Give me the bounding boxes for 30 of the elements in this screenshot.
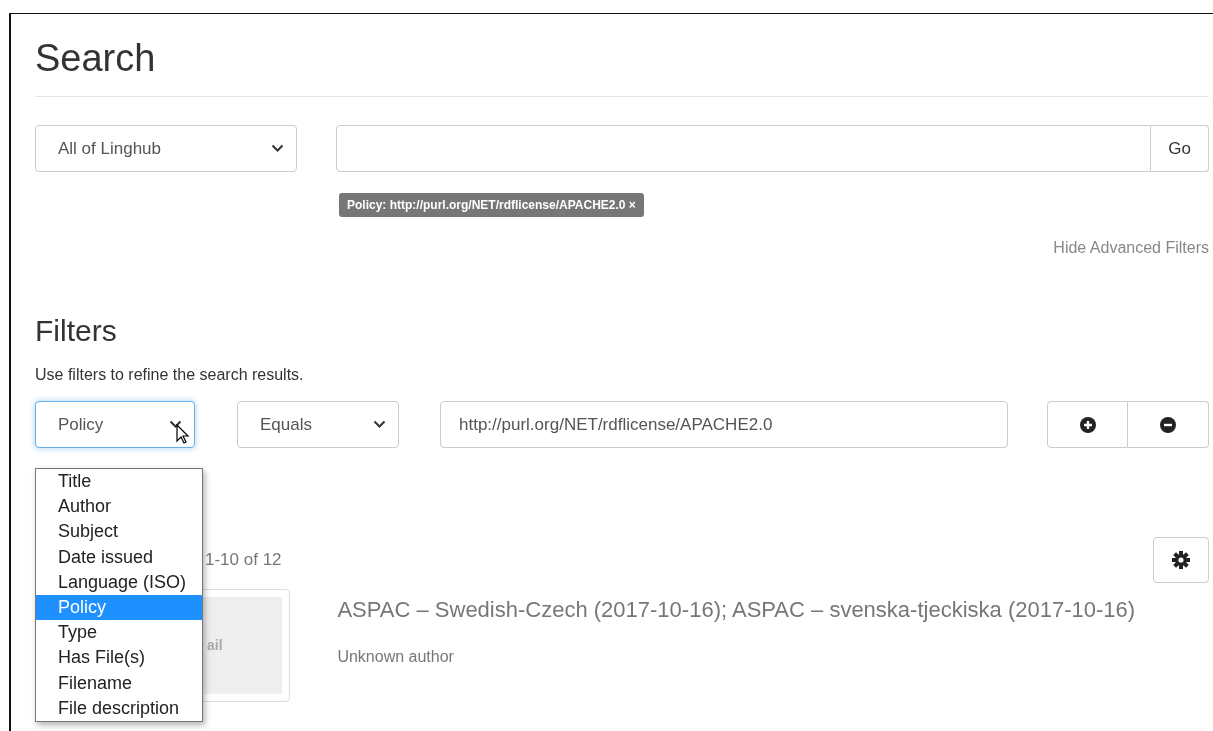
settings-button[interactable] — [1153, 537, 1209, 583]
filters-hint: Use filters to refine the search results. — [35, 365, 305, 385]
search-field[interactable] — [336, 125, 1152, 172]
hide-filters-link[interactable]: Hide Advanced Filters — [1053, 236, 1209, 260]
page-heading: Search — [35, 36, 157, 80]
dropdown-option[interactable]: File description — [36, 695, 202, 722]
cursor-icon — [176, 424, 190, 444]
dropdown-option[interactable]: Author — [36, 494, 202, 520]
dropdown-option[interactable]: Language (ISO) — [36, 569, 202, 595]
value-field[interactable]: http://purl.org/NET/rdflicense/APACHE2.0 — [440, 401, 1008, 448]
go-button[interactable]: Go — [1151, 125, 1209, 172]
plus-icon — [1079, 416, 1096, 433]
dropdown-option[interactable]: Date issued — [36, 544, 202, 570]
chevron-icon — [373, 420, 386, 429]
chevron-icon — [271, 144, 284, 153]
minus-icon — [1160, 416, 1176, 433]
scope-dropdown[interactable]: All of Linghub — [35, 125, 297, 172]
chevron-icon — [169, 420, 182, 429]
dropdown-option[interactable]: Title — [36, 469, 202, 495]
results-count: 1-10 of 12 — [205, 549, 282, 572]
field-dropdown[interactable]: Policy — [35, 401, 195, 448]
dropdown-option[interactable]: Subject — [36, 519, 202, 545]
remove-filter-button[interactable] — [1128, 401, 1209, 448]
filter-tag[interactable]: Policy: http://purl.org/NET/rdflicense/APACHE2.0 × — [339, 193, 644, 217]
add-filter-button[interactable] — [1047, 401, 1128, 448]
result-title[interactable]: ASPAC – Swedish-Czech (2017-10-16); ASPAC – svenska-tjeckiska (2017-10-16) — [337, 597, 1209, 623]
settings-icon — [1172, 551, 1190, 569]
filters-heading: Filters — [35, 313, 118, 349]
operator-dropdown[interactable]: Equals — [237, 401, 399, 448]
result-author: Unknown author — [337, 647, 455, 667]
